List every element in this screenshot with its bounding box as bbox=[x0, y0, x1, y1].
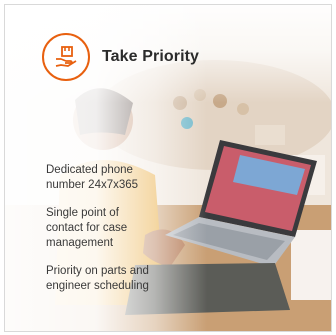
feature-item: Single point of contact for case managem… bbox=[46, 207, 128, 249]
feature-item: Priority on parts and engineer schedulin… bbox=[46, 265, 149, 292]
feature-item: Dedicated phone number 24x7x365 bbox=[46, 164, 139, 191]
promo-card: Take Priority Dedicated phone number 24x… bbox=[4, 4, 332, 332]
feature-list: Dedicated phone number 24x7x365 Single p… bbox=[46, 163, 158, 307]
card-title: Take Priority bbox=[102, 48, 200, 65]
card-header: Take Priority bbox=[42, 33, 199, 81]
hand-with-box-icon bbox=[42, 33, 90, 81]
